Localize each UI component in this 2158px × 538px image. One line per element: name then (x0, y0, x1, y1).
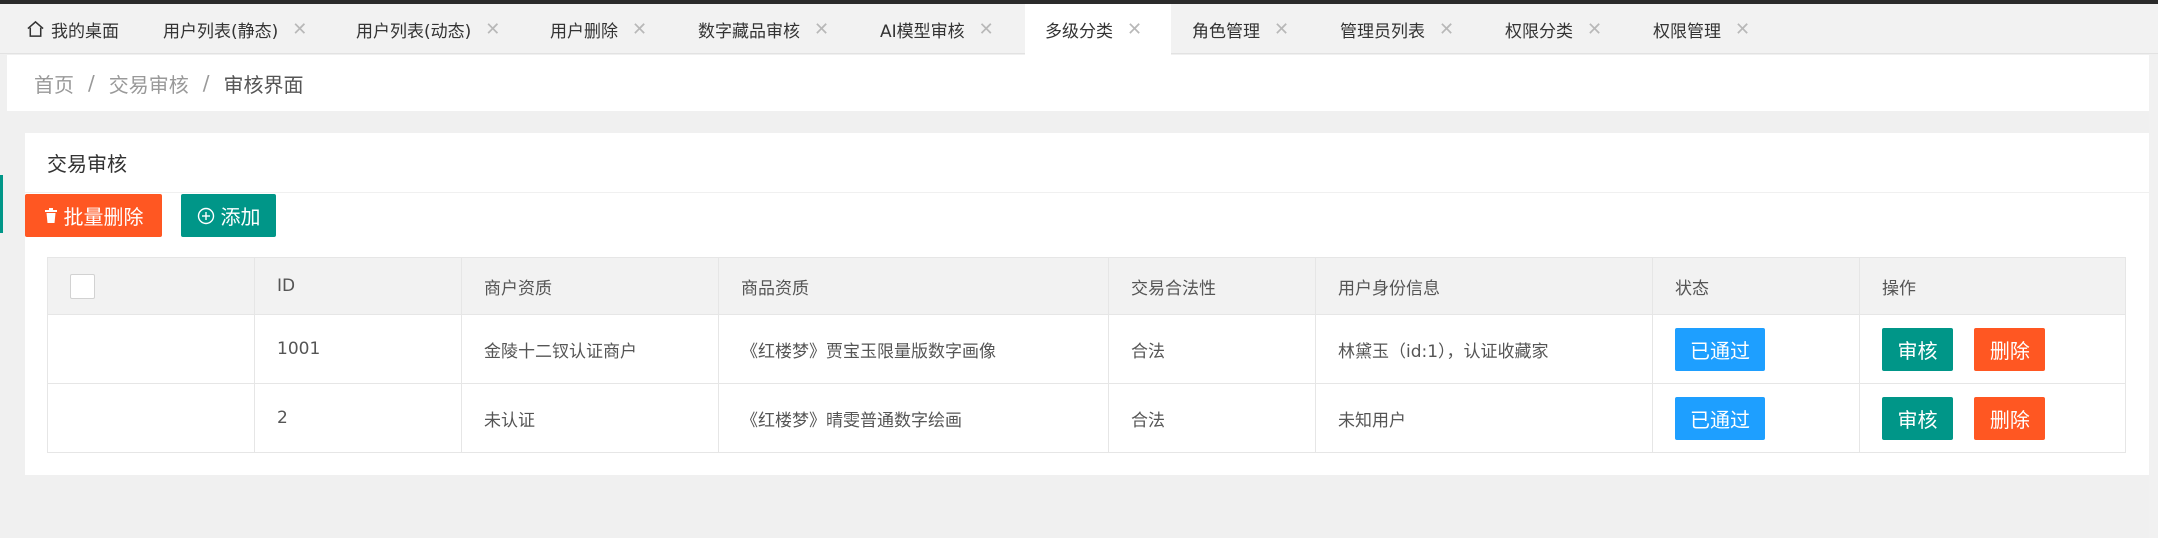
header-id: ID (254, 257, 462, 315)
breadcrumb: 首页 / 交易审核 / 审核界面 (7, 55, 2158, 111)
delete-button[interactable]: 删除 (1974, 327, 2046, 371)
tab-label: 权限管理 (1653, 21, 1721, 42)
header-user-identity: 用户身份信息 (1315, 257, 1653, 315)
delete-button[interactable]: 删除 (1974, 396, 2046, 440)
breadcrumb-separator: / (88, 71, 95, 95)
select-all-cell (47, 257, 255, 315)
close-icon[interactable]: ✕ (1127, 19, 1142, 40)
header-product-qualification: 商品资质 (718, 257, 1109, 315)
status-badge[interactable]: 已通过 (1675, 327, 1765, 371)
breadcrumb-separator: / (202, 71, 210, 95)
cell-product: 《红楼梦》贾宝玉限量版数字画像 (718, 314, 1109, 384)
review-button[interactable]: 审核 (1882, 396, 1953, 440)
tab-bar: 我的桌面 用户列表(静态) ✕ 用户列表(动态) ✕ 用户删除 ✕ 数字藏品审核… (0, 4, 2158, 55)
header-actions: 操作 (1859, 257, 2126, 315)
close-icon[interactable]: ✕ (979, 19, 994, 40)
table-row: 1001 金陵十二钗认证商户 《红楼梦》贾宝玉限量版数字画像 合法 林黛玉（id… (47, 314, 2126, 384)
trash-icon (44, 208, 57, 223)
tab-user-list-dynamic[interactable]: 用户列表(动态) ✕ (356, 4, 500, 54)
tab-label: 权限分类 (1505, 21, 1573, 42)
trade-review-table: ID 商户资质 商品资质 交易合法性 用户身份信息 状态 操作 1001 金陵十… (47, 257, 2126, 453)
cell-id: 1001 (254, 314, 462, 384)
vertical-scrollbar[interactable] (2149, 55, 2158, 538)
tab-label: AI模型审核 (880, 21, 965, 42)
tab-label: 用户列表(静态) (163, 21, 279, 42)
cell-legality: 合法 (1108, 383, 1316, 453)
tab-digital-collection-review[interactable]: 数字藏品审核 ✕ (698, 4, 829, 54)
side-accent-bar (0, 175, 3, 233)
status-badge[interactable]: 已通过 (1675, 396, 1765, 440)
table-row: 2 未认证 《红楼梦》晴雯普通数字绘画 合法 未知用户 已通过 审核 删除 (47, 383, 2126, 453)
header-status: 状态 (1652, 257, 1860, 315)
breadcrumb-home[interactable]: 首页 (34, 69, 74, 98)
close-icon[interactable]: ✕ (814, 19, 829, 40)
cell-identity: 未知用户 (1315, 383, 1653, 453)
cell-product: 《红楼梦》晴雯普通数字绘画 (718, 383, 1109, 453)
tab-label: 角色管理 (1192, 21, 1260, 42)
tab-my-desktop[interactable]: 我的桌面 (26, 4, 119, 54)
tab-user-list-static[interactable]: 用户列表(静态) ✕ (163, 4, 307, 54)
review-button[interactable]: 审核 (1882, 327, 1953, 371)
cell-merchant: 金陵十二钗认证商户 (461, 314, 719, 384)
cell-merchant: 未认证 (461, 383, 719, 453)
cell-status: 已通过 (1652, 314, 1860, 384)
cell-id: 2 (254, 383, 462, 453)
tab-label: 用户列表(动态) (356, 21, 472, 42)
cell-actions: 审核 删除 (1859, 314, 2126, 384)
tab-permission-management[interactable]: 权限管理 ✕ (1653, 4, 1750, 54)
breadcrumb-current: 审核界面 (223, 72, 304, 97)
breadcrumb-trade-review[interactable]: 交易审核 (109, 69, 189, 98)
tab-ai-model-review[interactable]: AI模型审核 ✕ (880, 4, 994, 54)
row-select-cell (47, 383, 255, 453)
tab-permission-category[interactable]: 权限分类 ✕ (1505, 4, 1602, 54)
cell-status: 已通过 (1652, 383, 1860, 453)
close-icon[interactable]: ✕ (292, 19, 307, 40)
tab-label: 多级分类 (1045, 22, 1113, 42)
plus-circle-icon (197, 207, 214, 224)
tab-label: 我的桌面 (51, 21, 119, 42)
cell-identity: 林黛玉（id:1），认证收藏家 (1315, 314, 1653, 384)
add-label: 添加 (220, 205, 261, 229)
close-icon[interactable]: ✕ (1274, 19, 1289, 40)
tab-label: 用户删除 (550, 21, 618, 42)
batch-delete-button[interactable]: 批量删除 (25, 194, 162, 237)
tab-label: 数字藏品审核 (698, 21, 800, 42)
close-icon[interactable]: ✕ (1735, 19, 1750, 40)
batch-delete-label: 批量删除 (63, 205, 144, 229)
tab-user-delete[interactable]: 用户删除 ✕ (550, 4, 647, 54)
add-button[interactable]: 添加 (181, 194, 276, 237)
close-icon[interactable]: ✕ (1587, 19, 1602, 40)
close-icon[interactable]: ✕ (1439, 19, 1454, 40)
home-icon (27, 20, 44, 37)
table-header-row: ID 商户资质 商品资质 交易合法性 用户身份信息 状态 操作 (47, 257, 2126, 315)
header-trade-legality: 交易合法性 (1108, 257, 1316, 315)
select-all-checkbox[interactable] (70, 273, 95, 299)
cell-actions: 审核 删除 (1859, 383, 2126, 453)
tab-role-management[interactable]: 角色管理 ✕ (1192, 4, 1289, 54)
tab-multilevel-category[interactable]: 多级分类 ✕ (1025, 4, 1171, 55)
tab-admin-list[interactable]: 管理员列表 ✕ (1340, 4, 1454, 54)
card-title: 交易审核 (25, 133, 2149, 193)
row-select-cell (47, 314, 255, 384)
cell-legality: 合法 (1108, 314, 1316, 384)
close-icon[interactable]: ✕ (485, 19, 500, 40)
tab-label: 管理员列表 (1340, 21, 1425, 42)
close-icon[interactable]: ✕ (632, 19, 647, 40)
header-merchant-qualification: 商户资质 (461, 257, 719, 315)
